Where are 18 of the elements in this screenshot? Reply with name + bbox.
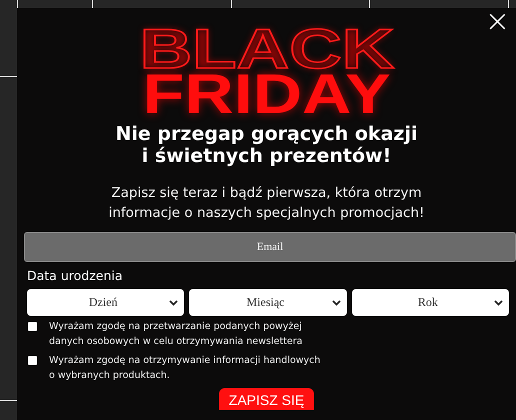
consent-text: Wyrażam zgodę na przetwarzanie podanych powyżej danych osobowych w celu otrzymywania newslettera bbox=[49, 320, 302, 349]
promo-heading: Nie przegap gorących okazji i świetnych prezentów! bbox=[116, 123, 418, 167]
chevron-down-icon bbox=[169, 300, 178, 306]
email-field[interactable]: Email bbox=[24, 232, 516, 262]
promo-description: Zapisz się teraz i bądź pierwsza, która otrzym informacje o naszych specjalnych promocjach! bbox=[108, 184, 424, 223]
headline-text: FRIDAY bbox=[142, 74, 391, 114]
date-select[interactable]: Dzień bbox=[27, 289, 184, 316]
subscribe-button[interactable]: ZAPISZ SIĘ bbox=[218, 388, 314, 410]
checkbox[interactable] bbox=[28, 322, 37, 331]
chevron-down-icon bbox=[332, 300, 341, 306]
date-select[interactable]: Miesiąc bbox=[189, 289, 347, 316]
headline-text: BLACK bbox=[139, 27, 394, 71]
chevron-down-icon bbox=[494, 300, 503, 306]
checkbox[interactable] bbox=[28, 356, 37, 365]
consent-text: Wyrażam zgodę na otrzymywanie informacji handlowych o wybranych produktach. bbox=[49, 354, 320, 383]
close-button[interactable]: × bbox=[484, 10, 510, 34]
date-select[interactable]: Rok bbox=[352, 289, 509, 316]
field-label: Data urodzenia bbox=[27, 267, 124, 285]
